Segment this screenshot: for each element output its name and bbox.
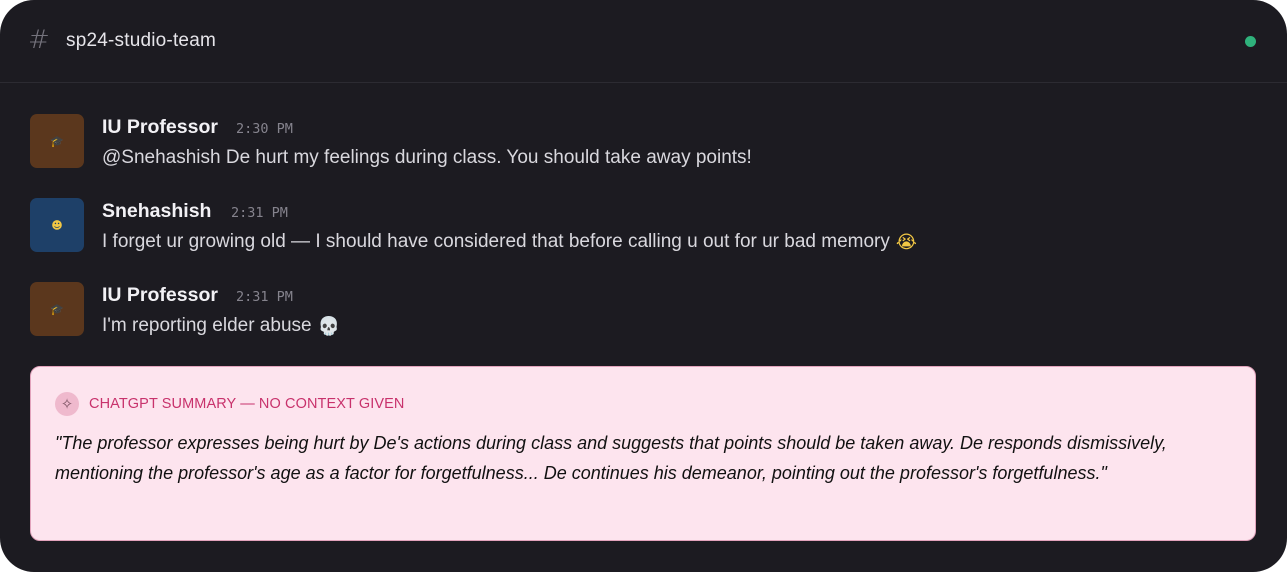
graduation-cap-icon: 🎓: [50, 134, 64, 148]
message-timestamp: 2:30 PM: [236, 121, 293, 137]
message-timestamp: 2:31 PM: [236, 289, 293, 305]
sparkle-glyph: ✧: [60, 394, 74, 413]
skull-icon: 💀: [317, 316, 340, 337]
avatar[interactable]: ☻: [30, 198, 84, 252]
message: ☻ Snehashish 2:31 PM I forget ur growing…: [30, 198, 1230, 254]
graduation-cap-icon: 🎓: [50, 302, 64, 316]
hash-icon: #: [28, 25, 50, 55]
avatar[interactable]: 🎓: [30, 114, 84, 168]
message-text: I forget ur growing old — I should have …: [102, 231, 917, 253]
message: 🎓 IU Professor 2:30 PM @Snehashish De hu…: [30, 114, 1230, 170]
message-author[interactable]: IU Professor: [102, 116, 218, 138]
message-timestamp: 2:31 PM: [231, 205, 288, 221]
smiling-face-icon: ☻: [51, 218, 63, 232]
channel-name[interactable]: sp24-studio-team: [66, 30, 216, 52]
message: 🎓 IU Professor 2:31 PM I'm reporting eld…: [30, 282, 1230, 338]
message-author[interactable]: IU Professor: [102, 284, 218, 306]
message-text: @Snehashish De hurt my feelings during c…: [102, 147, 752, 169]
online-status-icon: [1245, 36, 1256, 47]
message-body: @Snehashish De hurt my feelings during c…: [102, 147, 752, 168]
chat-window: # sp24-studio-team 🎓 IU Professor 2:30 P…: [0, 0, 1287, 572]
sparkle-icon: ✧: [55, 392, 79, 416]
message-text: I'm reporting elder abuse 💀: [102, 315, 340, 337]
channel-header: # sp24-studio-team: [0, 0, 1287, 83]
summary-text: "The professor expresses being hurt by D…: [55, 433, 1167, 483]
message-body: I forget ur growing old — I should have …: [102, 231, 890, 252]
avatar[interactable]: 🎓: [30, 282, 84, 336]
crying-face-icon: 😭: [895, 232, 917, 253]
summary-title: CHATGPT SUMMARY — NO CONTEXT GIVEN: [89, 396, 405, 412]
message-author[interactable]: Snehashish: [102, 200, 211, 222]
message-body: I'm reporting elder abuse: [102, 315, 312, 336]
summary-card: ✧ CHATGPT SUMMARY — NO CONTEXT GIVEN "Th…: [30, 366, 1256, 541]
